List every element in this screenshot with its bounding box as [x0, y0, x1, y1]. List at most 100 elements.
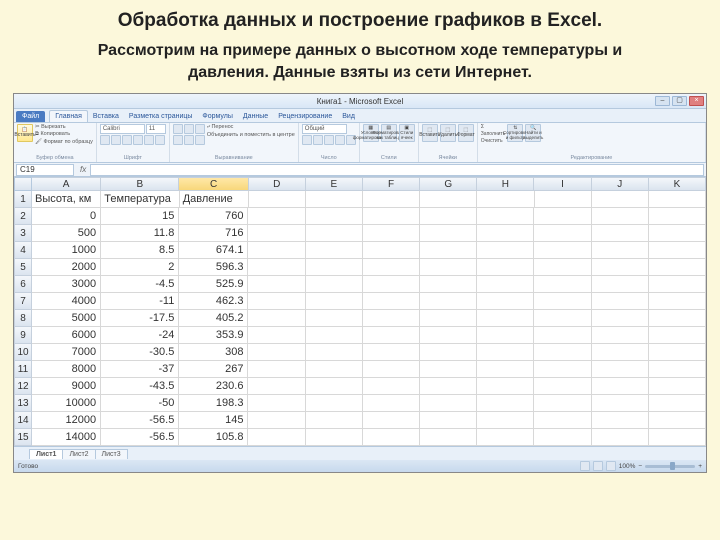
cell[interactable]: 10000	[32, 395, 101, 412]
cell[interactable]	[248, 344, 305, 361]
row-header-9[interactable]: 9	[14, 327, 32, 344]
cell[interactable]	[363, 310, 420, 327]
cell[interactable]	[363, 293, 420, 310]
cell[interactable]	[306, 191, 363, 208]
cell[interactable]	[420, 191, 477, 208]
row-header-8[interactable]: 8	[14, 310, 32, 327]
zoom-in-button[interactable]: +	[698, 463, 702, 470]
cell[interactable]: 353.9	[179, 327, 248, 344]
fill-button[interactable]: Заполнить	[481, 131, 506, 137]
cell[interactable]: Давление	[180, 191, 249, 208]
cell[interactable]	[534, 276, 591, 293]
cell[interactable]	[306, 276, 363, 293]
bold-button[interactable]	[100, 135, 110, 145]
cell[interactable]	[649, 310, 706, 327]
row-header-11[interactable]: 11	[14, 361, 32, 378]
cell[interactable]	[420, 293, 477, 310]
cell[interactable]	[649, 225, 706, 242]
comma-button[interactable]	[324, 135, 334, 145]
cell[interactable]: -30.5	[101, 344, 179, 361]
cell[interactable]	[649, 378, 706, 395]
underline-button[interactable]	[122, 135, 132, 145]
cell[interactable]	[477, 259, 534, 276]
border-button[interactable]	[133, 135, 143, 145]
cell[interactable]	[649, 361, 706, 378]
cell[interactable]	[649, 327, 706, 344]
col-header-G[interactable]: G	[420, 177, 477, 191]
fill-color-button[interactable]	[144, 135, 154, 145]
cell[interactable]	[592, 429, 649, 446]
cell[interactable]	[477, 344, 534, 361]
cell[interactable]	[535, 191, 592, 208]
cell[interactable]	[649, 259, 706, 276]
copy-button[interactable]: ⧉ Копировать	[35, 131, 93, 138]
cell[interactable]	[649, 395, 706, 412]
col-header-C[interactable]: C	[179, 177, 248, 191]
cell[interactable]: 6000	[32, 327, 101, 344]
cell[interactable]: 3000	[32, 276, 101, 293]
sheet-tab-1[interactable]: Лист1	[29, 449, 63, 459]
cell[interactable]	[306, 361, 363, 378]
cell[interactable]: -50	[101, 395, 179, 412]
cell[interactable]	[649, 276, 706, 293]
inc-dec-button[interactable]	[335, 135, 345, 145]
cell[interactable]	[534, 208, 591, 225]
sort-filter-button[interactable]: ⇅Сортировка и фильтр	[507, 124, 523, 142]
font-size[interactable]: 11	[146, 124, 166, 134]
cell[interactable]	[420, 361, 477, 378]
col-header-K[interactable]: K	[649, 177, 706, 191]
cell[interactable]: 145	[179, 412, 248, 429]
cell[interactable]: 0	[32, 208, 101, 225]
find-select-button[interactable]: 🔍Найти и выделить	[525, 124, 541, 142]
cell[interactable]	[420, 225, 477, 242]
font-color-button[interactable]	[155, 135, 165, 145]
cell[interactable]	[534, 293, 591, 310]
italic-button[interactable]	[111, 135, 121, 145]
align-top-button[interactable]	[173, 124, 183, 134]
cell[interactable]	[534, 327, 591, 344]
cell[interactable]	[363, 412, 420, 429]
cell[interactable]	[306, 259, 363, 276]
fx-icon[interactable]: fx	[76, 165, 90, 174]
cell[interactable]	[477, 225, 534, 242]
cell[interactable]	[592, 344, 649, 361]
cell[interactable]: 2	[101, 259, 179, 276]
cell[interactable]: 525.9	[179, 276, 248, 293]
zoom-slider[interactable]	[645, 465, 695, 468]
align-mid-button[interactable]	[184, 124, 194, 134]
tab-layout[interactable]: Разметка страницы	[124, 111, 198, 122]
cell[interactable]	[306, 310, 363, 327]
cell[interactable]	[306, 344, 363, 361]
cell[interactable]	[248, 293, 305, 310]
cell[interactable]	[248, 412, 305, 429]
row-header-12[interactable]: 12	[14, 378, 32, 395]
row-header-5[interactable]: 5	[14, 259, 32, 276]
col-header-B[interactable]: B	[101, 177, 179, 191]
cell[interactable]	[534, 412, 591, 429]
row-header-7[interactable]: 7	[14, 293, 32, 310]
cell[interactable]	[592, 412, 649, 429]
cell[interactable]	[592, 395, 649, 412]
tab-view[interactable]: Вид	[337, 111, 360, 122]
cell[interactable]	[420, 310, 477, 327]
cell[interactable]	[592, 310, 649, 327]
row-header-13[interactable]: 13	[14, 395, 32, 412]
align-left-button[interactable]	[173, 135, 183, 145]
cell[interactable]	[248, 208, 305, 225]
cell[interactable]	[477, 208, 534, 225]
cell[interactable]: 15	[101, 208, 179, 225]
cell[interactable]	[420, 395, 477, 412]
cell[interactable]	[592, 327, 649, 344]
cell[interactable]: -4.5	[101, 276, 179, 293]
cell[interactable]	[649, 429, 706, 446]
cell[interactable]	[420, 208, 477, 225]
cell[interactable]	[363, 378, 420, 395]
cell[interactable]	[420, 429, 477, 446]
cell[interactable]: 230.6	[179, 378, 248, 395]
cell[interactable]	[592, 208, 649, 225]
cell[interactable]	[248, 395, 305, 412]
cell[interactable]	[363, 344, 420, 361]
cell[interactable]: 2000	[32, 259, 101, 276]
cell[interactable]	[420, 327, 477, 344]
cell[interactable]	[592, 293, 649, 310]
